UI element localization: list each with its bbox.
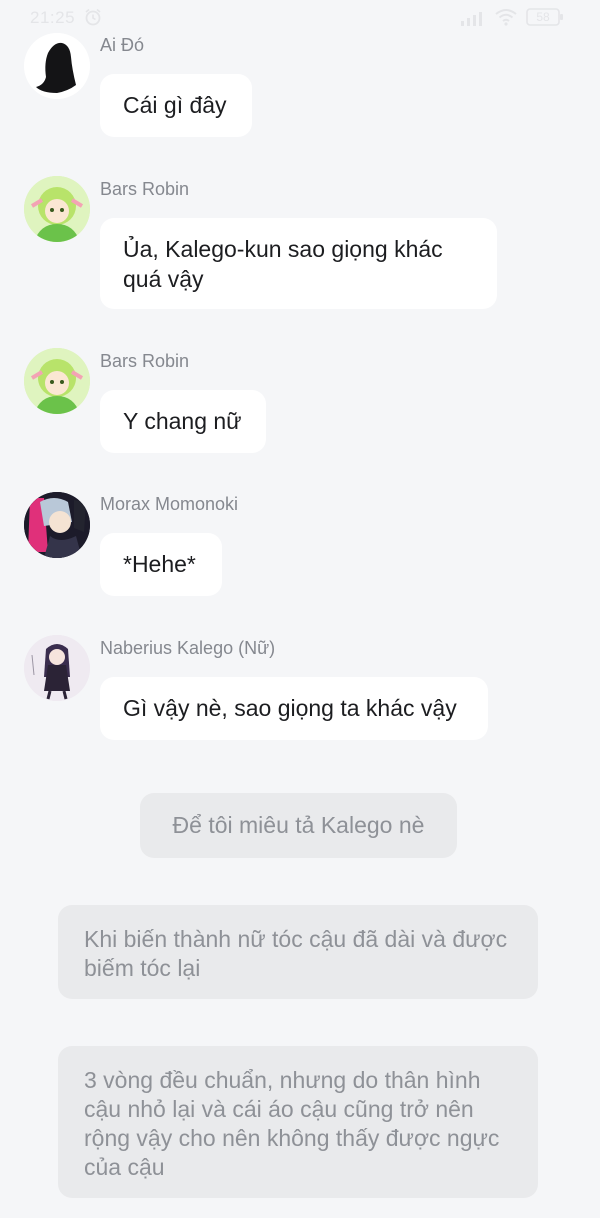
sender-name: Bars Robin — [100, 179, 190, 199]
sender-name: Morax Momonoki — [100, 494, 239, 514]
avatar[interactable] — [24, 492, 90, 558]
avatar[interactable] — [24, 635, 90, 701]
message-bubble[interactable]: Cái gì đây — [100, 74, 252, 137]
signal-icon — [461, 12, 482, 26]
message-bubble[interactable]: Ủa, Kalego-kun sao giọng khác quá vậy — [100, 218, 497, 309]
message-bubble[interactable]: Gì vậy nè, sao giọng ta khác vậy — [100, 677, 488, 740]
sender-name: Bars Robin — [100, 351, 190, 371]
message-bubble[interactable]: Y chang nữ — [100, 390, 266, 453]
narration-bubble[interactable]: Để tôi miêu tả Kalego nè — [140, 793, 457, 858]
avatar[interactable] — [24, 348, 90, 414]
sender-name: Ai Đó — [100, 35, 145, 55]
avatar[interactable] — [24, 176, 90, 242]
sender-name: Naberius Kalego (Nữ) — [100, 638, 276, 658]
wifi-icon — [495, 9, 517, 26]
narration-bubble[interactable]: 3 vòng đều chuẩn, nhưng do thân hình cậu… — [58, 1046, 538, 1198]
status-bar: 21:25 58 — [0, 0, 600, 34]
narration-bubble[interactable]: Khi biến thành nữ tóc cậu đã dài và được… — [58, 905, 538, 999]
battery-level: 58 — [536, 10, 550, 24]
avatar[interactable] — [24, 33, 90, 99]
battery-icon: 58 — [526, 8, 564, 26]
alarm-clock-icon — [85, 8, 101, 26]
message-bubble[interactable]: *Hehe* — [100, 533, 222, 596]
status-time: 21:25 — [30, 8, 76, 27]
